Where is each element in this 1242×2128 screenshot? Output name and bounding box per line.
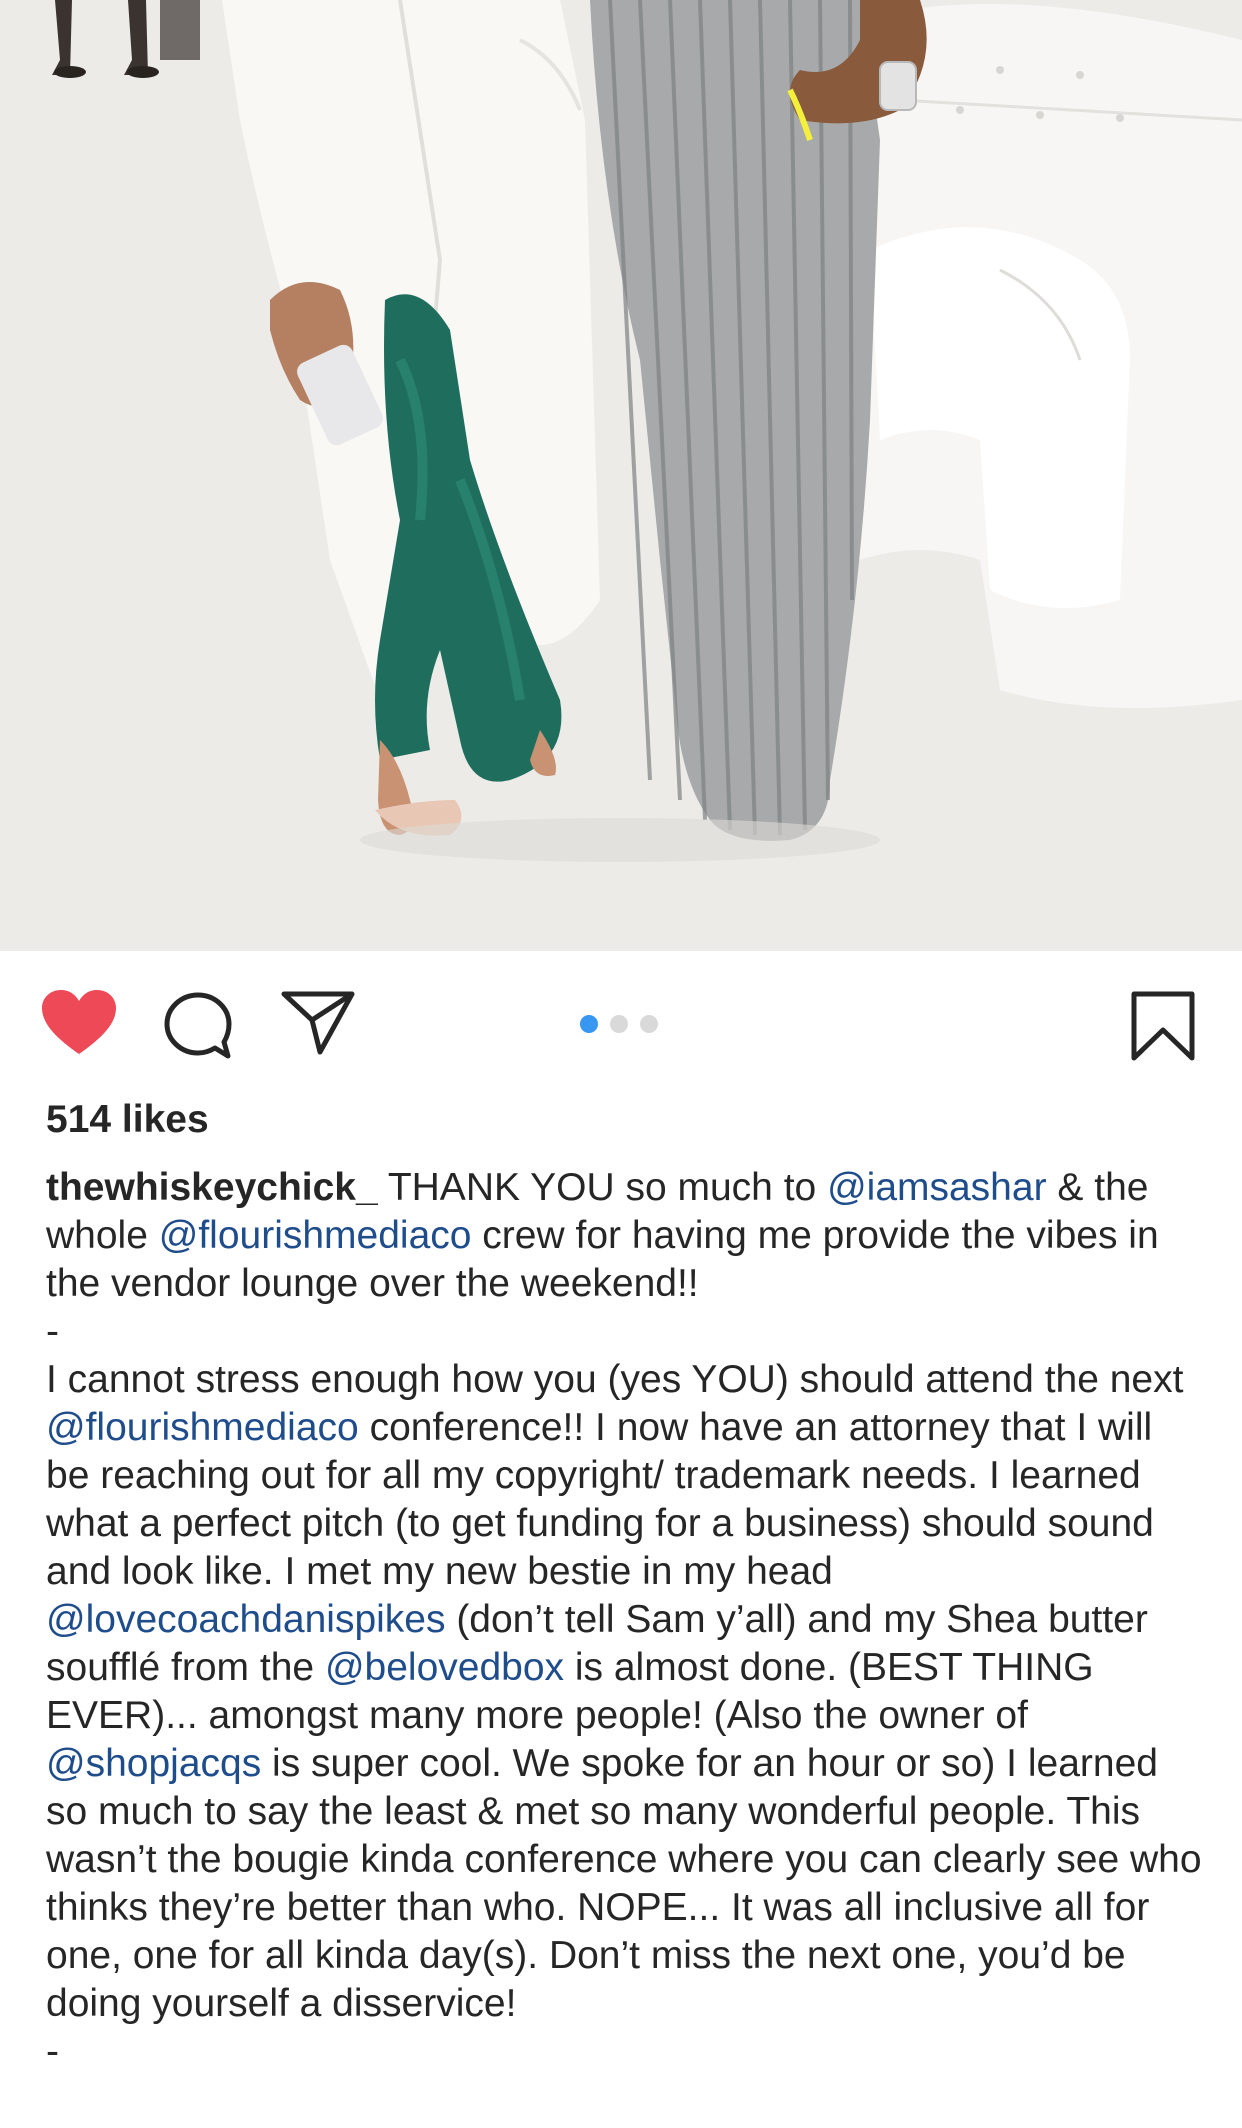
- caption-separator: -: [46, 1310, 59, 1353]
- mention-link[interactable]: @flourishmediaco: [159, 1214, 472, 1257]
- caption-paragraph-1: thewhiskeychick_ THANK YOU so much to @i…: [46, 1164, 1206, 1308]
- mention-link[interactable]: @lovecoachdanispikes: [46, 1598, 445, 1641]
- heart-icon[interactable]: [42, 990, 116, 1056]
- likes-count[interactable]: 514 likes: [46, 1096, 209, 1144]
- bookmark-icon[interactable]: [1130, 990, 1196, 1062]
- carousel-dot: [640, 1015, 658, 1033]
- caption-text: I cannot stress enough how you (yes YOU)…: [46, 1358, 1184, 1401]
- caption-text: THANK YOU so much to: [387, 1166, 828, 1209]
- mention-link[interactable]: @belovedbox: [325, 1646, 564, 1689]
- caption-paragraph-2: I cannot stress enough how you (yes YOU)…: [46, 1356, 1206, 2028]
- post-caption: thewhiskeychick_ THANK YOU so much to @i…: [46, 1164, 1206, 2076]
- carousel-indicator: [580, 1015, 658, 1033]
- mention-link[interactable]: @shopjacqs: [46, 1742, 261, 1785]
- photo-illustration: [0, 0, 1242, 951]
- post-photo[interactable]: [0, 0, 1242, 951]
- caption-separator: -: [46, 2030, 59, 2073]
- carousel-dot-active: [580, 1015, 598, 1033]
- caption-username[interactable]: thewhiskeychick_: [46, 1166, 378, 1209]
- mention-link[interactable]: @iamsashar: [827, 1166, 1047, 1209]
- carousel-dot: [610, 1015, 628, 1033]
- comment-icon[interactable]: [162, 990, 234, 1062]
- share-icon[interactable]: [280, 990, 356, 1056]
- mention-link[interactable]: @flourishmediaco: [46, 1406, 359, 1449]
